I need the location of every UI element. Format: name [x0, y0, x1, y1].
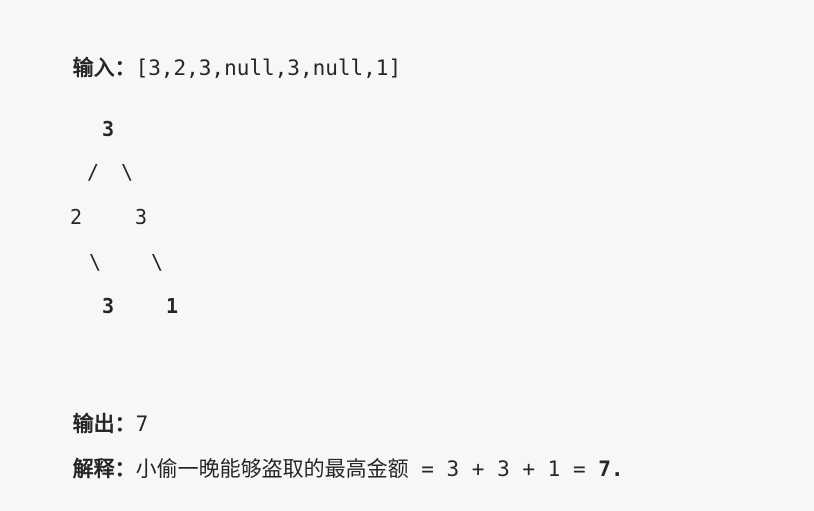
- explanation-formula: = 3 + 3 + 1 =: [408, 457, 599, 481]
- input-line: 输入：[3,2,3,null,3,null,1]: [22, 26, 402, 110]
- tree-left-child-node: 2: [70, 205, 83, 229]
- explanation-label: 解释：: [72, 457, 136, 481]
- explanation-text: 小偷一晚能够盗取的最高金额: [135, 457, 409, 481]
- problem-example: 输入：[3,2,3,null,3,null,1] 3 / \ 2 3 \ \ 3…: [0, 0, 814, 481]
- tree-left-child-right-edge: \: [89, 250, 102, 274]
- input-value: [3,2,3,null,3,null,1]: [135, 56, 402, 80]
- tree-root-node: 3: [102, 117, 115, 141]
- tree-right-child-node: 3: [135, 205, 148, 229]
- explanation-line: 解释：小偷一晚能够盗取的最高金额 = 3 + 3 + 1 = 7.: [22, 427, 624, 511]
- tree-right-child-right-edge: \: [151, 250, 164, 274]
- explanation-result: 7.: [598, 457, 624, 481]
- input-label: 输入：: [72, 56, 136, 80]
- tree-root-left-edge: /: [87, 160, 100, 184]
- tree-root-right-edge: \: [121, 160, 134, 184]
- tree-left-grandchild-node: 3: [102, 294, 115, 318]
- tree-right-grandchild-node: 1: [166, 294, 179, 318]
